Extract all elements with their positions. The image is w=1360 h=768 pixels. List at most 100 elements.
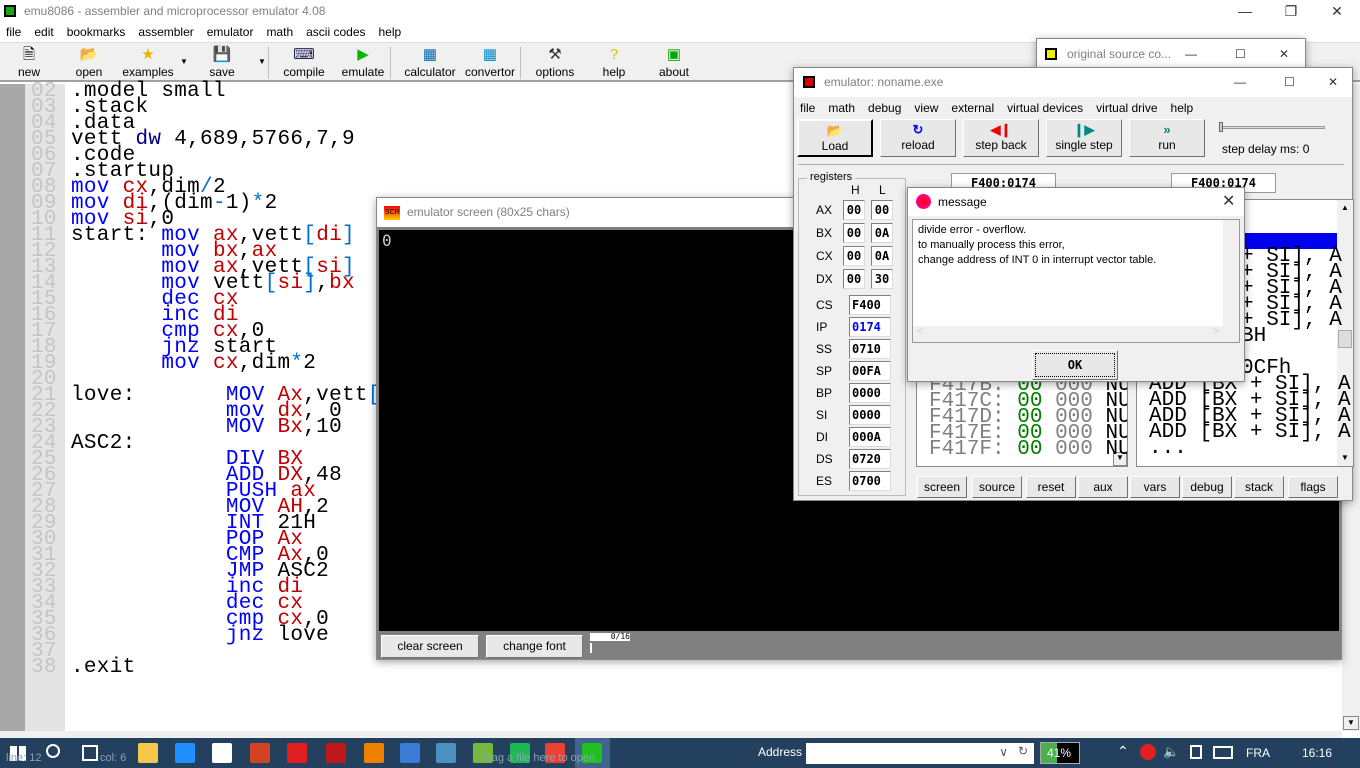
register-DS-value[interactable]: 0720	[849, 449, 891, 469]
toolbar-options-button[interactable]: ⚒ options	[528, 45, 582, 81]
maximize-button[interactable]: ☐	[1235, 39, 1246, 69]
emu-menu-help[interactable]: help	[1171, 101, 1194, 115]
emu-flags-button[interactable]: flags	[1288, 476, 1338, 498]
mcafee-icon[interactable]	[326, 743, 346, 763]
register-SI-value[interactable]: 0000	[849, 405, 891, 425]
close-button[interactable]: ✕	[1328, 68, 1338, 97]
emu-menu-math[interactable]: math	[828, 101, 855, 115]
register-BX-high[interactable]: 00	[843, 223, 865, 243]
menu-assembler[interactable]: assembler	[138, 25, 193, 39]
battery-meter[interactable]: 41%	[1040, 742, 1080, 764]
emu-run-button[interactable]: » run	[1129, 119, 1205, 157]
emu-screen-button[interactable]: screen	[917, 476, 967, 498]
emu-single-step-button[interactable]: ❙▶ single step	[1046, 119, 1122, 157]
step-delay-slider[interactable]	[1222, 126, 1325, 129]
minimize-button[interactable]: —	[1185, 39, 1197, 69]
address-input[interactable]: ∨ ↻	[806, 743, 1034, 764]
emu-reload-button[interactable]: ↻ reload	[880, 119, 956, 157]
emu-menu-virtual-devices[interactable]: virtual devices	[1007, 101, 1083, 115]
register-IP-value[interactable]: 0174	[849, 317, 891, 337]
maximize-button[interactable]: ☐	[1284, 68, 1295, 97]
change-font-button[interactable]: change font	[486, 635, 583, 658]
mail-icon[interactable]	[287, 743, 307, 763]
emu-source-button[interactable]: source	[972, 476, 1022, 498]
emu-reset-button[interactable]: reset	[1026, 476, 1076, 498]
powerpoint-icon[interactable]	[250, 743, 270, 763]
emu-menu-view[interactable]: view	[914, 101, 938, 115]
vlc-icon[interactable]	[364, 743, 384, 763]
dropdown-arrow-icon[interactable]: ▼	[258, 57, 266, 66]
register-SS-value[interactable]: 0710	[849, 339, 891, 359]
file-explorer-icon[interactable]	[138, 743, 158, 763]
slider-thumb[interactable]	[1219, 122, 1223, 132]
volume-muted-icon[interactable]: 🔈	[1163, 744, 1179, 760]
register-DX-low[interactable]: 30	[871, 269, 893, 289]
minimize-button[interactable]: —	[1222, 0, 1268, 22]
toolbar-examples-button[interactable]: ★ examples	[118, 45, 178, 81]
ok-button[interactable]: OK	[1032, 350, 1118, 380]
emu-vars-button[interactable]: vars	[1130, 476, 1180, 498]
dropdown-arrow-icon[interactable]: ▼	[180, 57, 188, 66]
menu-ascii-codes[interactable]: ascii codes	[306, 25, 365, 39]
language-indicator[interactable]: FRA	[1246, 746, 1270, 760]
maximize-button[interactable]: ❐	[1268, 0, 1314, 22]
horizontal-scrollbar[interactable]: < >	[913, 326, 1239, 342]
register-BX-low[interactable]: 0A	[871, 223, 893, 243]
menu-file[interactable]: file	[6, 25, 21, 39]
close-button[interactable]: ✕	[1314, 0, 1360, 22]
keyboard-icon[interactable]	[1213, 746, 1233, 759]
toolbar-compile-button[interactable]: ⌨ compile	[278, 45, 330, 81]
edge-icon[interactable]	[175, 743, 195, 763]
menu-emulator[interactable]: emulator	[207, 25, 254, 39]
register-CX-low[interactable]: 0A	[871, 246, 893, 266]
register-ES-value[interactable]: 0700	[849, 471, 891, 491]
clock[interactable]: 16:16	[1302, 746, 1332, 760]
toolbar-open-button[interactable]: 📂 open	[68, 45, 110, 81]
page-slider[interactable]	[590, 643, 592, 653]
register-AX-low[interactable]: 00	[871, 200, 893, 220]
app-icon[interactable]	[400, 743, 420, 763]
menu-math[interactable]: math	[266, 25, 293, 39]
emu-menu-debug[interactable]: debug	[868, 101, 901, 115]
vertical-scrollbar[interactable]	[1223, 220, 1239, 326]
toolbar-save-button[interactable]: 💾 save	[200, 45, 244, 81]
register-CX-high[interactable]: 00	[843, 246, 865, 266]
toolbar-emulate-button[interactable]: ▶ emulate	[336, 45, 390, 81]
register-DI-value[interactable]: 000A	[849, 427, 891, 447]
task-view-icon[interactable]	[82, 745, 98, 761]
toolbar-help-button[interactable]: ? help	[596, 45, 632, 81]
toolbar-new-button[interactable]: 🗎 new	[8, 45, 50, 81]
emu-step-back-button[interactable]: ◀❙ step back	[963, 119, 1039, 157]
search-icon[interactable]	[46, 744, 60, 758]
register-CS-value[interactable]: F400	[849, 295, 891, 315]
toolbar-convertor-button[interactable]: ▦ convertor	[460, 45, 520, 81]
store-icon[interactable]	[212, 743, 232, 763]
notes-icon[interactable]	[1190, 745, 1202, 759]
minimize-button[interactable]: —	[1234, 68, 1246, 97]
emu-debug-button[interactable]: debug	[1182, 476, 1232, 498]
register-SP-value[interactable]: 00FA	[849, 361, 891, 381]
toolbar-calculator-button[interactable]: ▦ calculator	[400, 45, 460, 81]
emu-menu-external[interactable]: external	[951, 101, 994, 115]
emu-aux-button[interactable]: aux	[1078, 476, 1128, 498]
disasm-row[interactable]: ...	[1149, 438, 1187, 459]
register-AX-high[interactable]: 00	[843, 200, 865, 220]
emu-stack-button[interactable]: stack	[1234, 476, 1284, 498]
register-BP-value[interactable]: 0000	[849, 383, 891, 403]
menu-help[interactable]: help	[379, 25, 402, 39]
clear-screen-button[interactable]: clear screen	[381, 635, 479, 658]
register-DX-high[interactable]: 00	[843, 269, 865, 289]
emu-menu-file[interactable]: file	[800, 101, 815, 115]
close-button[interactable]: ✕	[1222, 188, 1235, 216]
menu-edit[interactable]: edit	[34, 25, 53, 39]
toolbar-about-button[interactable]: ▣ about	[652, 45, 696, 81]
close-button[interactable]: ✕	[1279, 39, 1289, 69]
memory-row[interactable]: F417F: 00 000 NU	[929, 439, 1127, 460]
menu-bookmarks[interactable]: bookmarks	[67, 25, 126, 39]
chevron-up-icon[interactable]: ⌃	[1117, 743, 1129, 760]
app2-icon[interactable]	[436, 743, 456, 763]
emu-load-button[interactable]: 📂 Load	[797, 119, 873, 157]
emu-menu-virtual-drive[interactable]: virtual drive	[1096, 101, 1157, 115]
editor-horizontal-scrollbar[interactable]	[0, 731, 1342, 738]
antivirus-icon[interactable]	[1140, 744, 1156, 760]
